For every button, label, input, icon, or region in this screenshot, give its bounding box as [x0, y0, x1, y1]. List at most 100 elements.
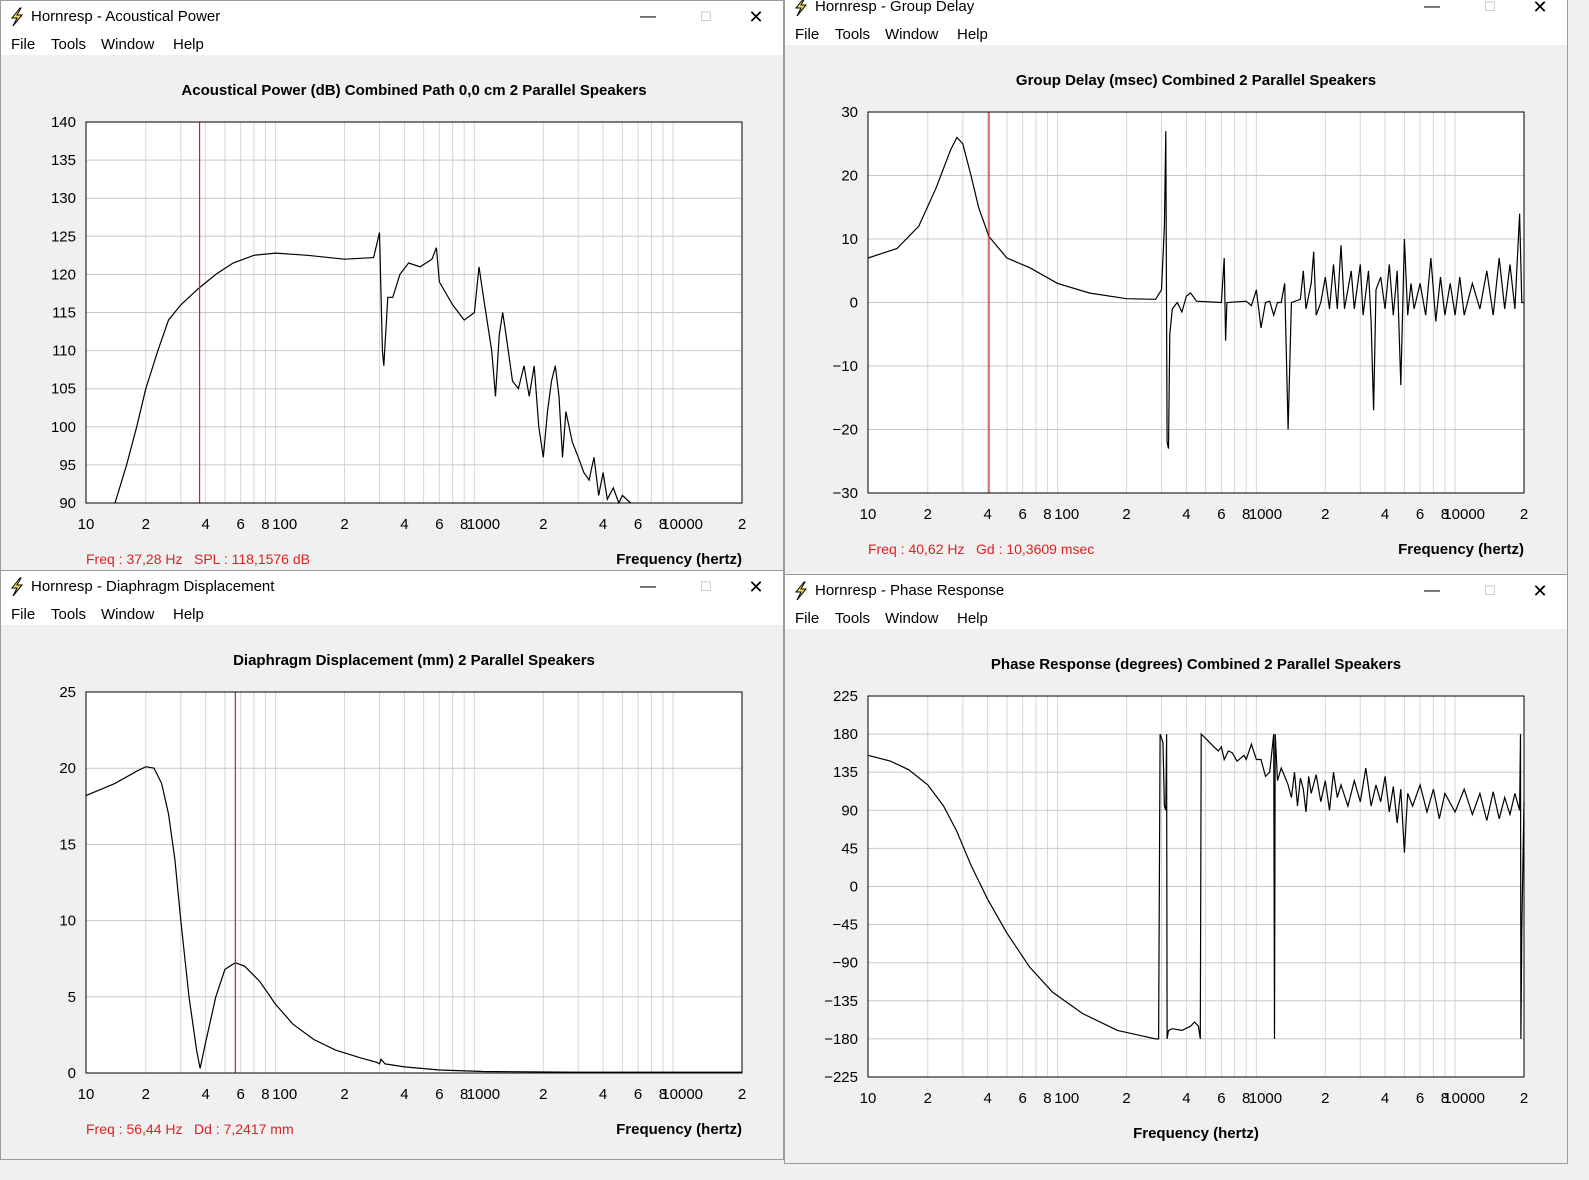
- menu-file[interactable]: File: [795, 610, 819, 627]
- maximize-button[interactable]: ☐: [691, 6, 721, 28]
- menu-window[interactable]: Window: [885, 26, 938, 43]
- menu-help[interactable]: Help: [957, 26, 988, 43]
- x-tick-label: 4: [1381, 1090, 1389, 1107]
- menu-help[interactable]: Help: [173, 606, 204, 623]
- status-value: SPL : 118,1576 dB: [194, 551, 310, 567]
- x-tick-label: 4: [1381, 506, 1389, 523]
- x-tick-label: 6: [1018, 1090, 1026, 1107]
- x-tick-label: 4: [983, 506, 991, 523]
- menubar: File Tools Window Help: [1, 603, 783, 625]
- x-axis-label: Frequency (hertz): [616, 1121, 742, 1138]
- chart-title: Group Delay (msec) Combined 2 Parallel S…: [1016, 72, 1376, 89]
- y-tick-label: 135: [833, 764, 858, 781]
- x-tick-label: 6: [236, 1086, 244, 1103]
- y-tick-label: 100: [51, 419, 76, 436]
- x-tick-label: 6: [634, 1086, 642, 1103]
- x-axis-label: Frequency (hertz): [1398, 541, 1524, 558]
- x-tick-label: 2: [1520, 506, 1528, 523]
- y-tick-label: 20: [59, 760, 76, 777]
- menu-file[interactable]: File: [11, 606, 35, 623]
- window-diaphragm-displacement: Hornresp - Diaphragm Displacement — ☐ ✕ …: [0, 570, 784, 1160]
- close-button[interactable]: ✕: [1525, 580, 1555, 602]
- y-tick-label: −30: [833, 485, 858, 502]
- y-tick-label: 135: [51, 152, 76, 169]
- x-tick-label: 4: [400, 516, 408, 533]
- menu-file[interactable]: File: [11, 36, 35, 53]
- x-tick-label: 4: [1182, 506, 1190, 523]
- menu-window[interactable]: Window: [885, 610, 938, 627]
- y-tick-label: −135: [824, 993, 858, 1010]
- x-tick-label: 10000: [661, 516, 703, 533]
- maximize-button[interactable]: ☐: [691, 576, 721, 598]
- window-acoustical-power: Hornresp - Acoustical Power — ☐ ✕ File T…: [0, 0, 784, 574]
- x-tick-label: 8: [1043, 506, 1051, 523]
- x-tick-label: 6: [1416, 506, 1424, 523]
- y-tick-label: −20: [833, 422, 858, 439]
- minimize-button[interactable]: —: [1417, 580, 1447, 602]
- group-delay-chart[interactable]: Group Delay (msec) Combined 2 Parallel S…: [785, 45, 1567, 565]
- x-tick-label: 10000: [1443, 506, 1485, 523]
- diaphragm-displacement-chart[interactable]: Diaphragm Displacement (mm) 2 Parallel S…: [1, 625, 783, 1145]
- close-button[interactable]: ✕: [741, 6, 771, 28]
- close-button[interactable]: ✕: [741, 576, 771, 598]
- x-tick-label: 4: [201, 516, 209, 533]
- maximize-button[interactable]: ☐: [1475, 580, 1505, 602]
- y-tick-label: 10: [841, 231, 858, 248]
- x-tick-label: 1000: [467, 516, 500, 533]
- chart-title: Acoustical Power (dB) Combined Path 0,0 …: [181, 82, 646, 99]
- x-tick-label: 8: [261, 516, 269, 533]
- x-tick-label: 100: [1054, 506, 1079, 523]
- y-tick-label: 25: [59, 684, 76, 701]
- y-tick-label: 120: [51, 266, 76, 283]
- menubar: File Tools Window Help: [785, 607, 1567, 629]
- maximize-button[interactable]: ☐: [1475, 0, 1505, 18]
- titlebar[interactable]: Hornresp - Diaphragm Displacement — ☐ ✕: [1, 571, 783, 603]
- y-tick-label: 125: [51, 228, 76, 245]
- titlebar[interactable]: Hornresp - Phase Response — ☐ ✕: [785, 575, 1567, 607]
- titlebar[interactable]: Hornresp - Acoustical Power — ☐ ✕: [1, 1, 783, 33]
- menu-tools[interactable]: Tools: [835, 610, 870, 627]
- y-tick-label: 105: [51, 381, 76, 398]
- window-phase-response: Hornresp - Phase Response — ☐ ✕ File Too…: [784, 574, 1568, 1164]
- menu-file[interactable]: File: [795, 26, 819, 43]
- x-tick-label: 2: [340, 516, 348, 533]
- acoustical-power-chart[interactable]: Acoustical Power (dB) Combined Path 0,0 …: [1, 55, 783, 574]
- menu-window[interactable]: Window: [101, 36, 154, 53]
- menu-tools[interactable]: Tools: [51, 606, 86, 623]
- close-button[interactable]: ✕: [1525, 0, 1555, 18]
- x-tick-label: 6: [435, 516, 443, 533]
- minimize-button[interactable]: —: [1417, 0, 1447, 18]
- y-tick-label: 30: [841, 104, 858, 121]
- titlebar[interactable]: Hornresp - Group Delay — ☐ ✕: [785, 0, 1567, 23]
- lightning-bolt-icon: [10, 7, 24, 27]
- y-tick-label: 180: [833, 726, 858, 743]
- x-tick-label: 2: [142, 1086, 150, 1103]
- phase-response-chart[interactable]: Phase Response (degrees) Combined 2 Para…: [785, 629, 1567, 1149]
- menu-help[interactable]: Help: [173, 36, 204, 53]
- y-tick-label: 110: [52, 343, 76, 360]
- minimize-button[interactable]: —: [633, 6, 663, 28]
- x-tick-label: 4: [201, 1086, 209, 1103]
- x-tick-label: 4: [1182, 1090, 1190, 1107]
- x-tick-label: 1000: [467, 1086, 500, 1103]
- status-frequency: Freq : 37,28 Hz: [86, 551, 183, 567]
- chart-title: Diaphragm Displacement (mm) 2 Parallel S…: [233, 652, 595, 669]
- menu-tools[interactable]: Tools: [835, 26, 870, 43]
- y-tick-label: 20: [841, 168, 858, 185]
- y-tick-label: 5: [68, 989, 76, 1006]
- x-tick-label: 2: [340, 1086, 348, 1103]
- menu-tools[interactable]: Tools: [51, 36, 86, 53]
- x-tick-label: 2: [738, 516, 746, 533]
- lightning-bolt-icon: [794, 0, 808, 17]
- x-tick-label: 10: [78, 1086, 95, 1103]
- menu-window[interactable]: Window: [101, 606, 154, 623]
- x-tick-label: 4: [599, 1086, 607, 1103]
- y-tick-label: 115: [52, 305, 76, 322]
- lightning-bolt-icon: [10, 577, 24, 597]
- menu-help[interactable]: Help: [957, 610, 988, 627]
- status-frequency: Freq : 40,62 Hz: [868, 541, 965, 557]
- y-tick-label: 0: [850, 879, 858, 896]
- status-value: Gd : 10,3609 msec: [976, 541, 1094, 557]
- y-tick-label: 0: [850, 295, 858, 312]
- minimize-button[interactable]: —: [633, 576, 663, 598]
